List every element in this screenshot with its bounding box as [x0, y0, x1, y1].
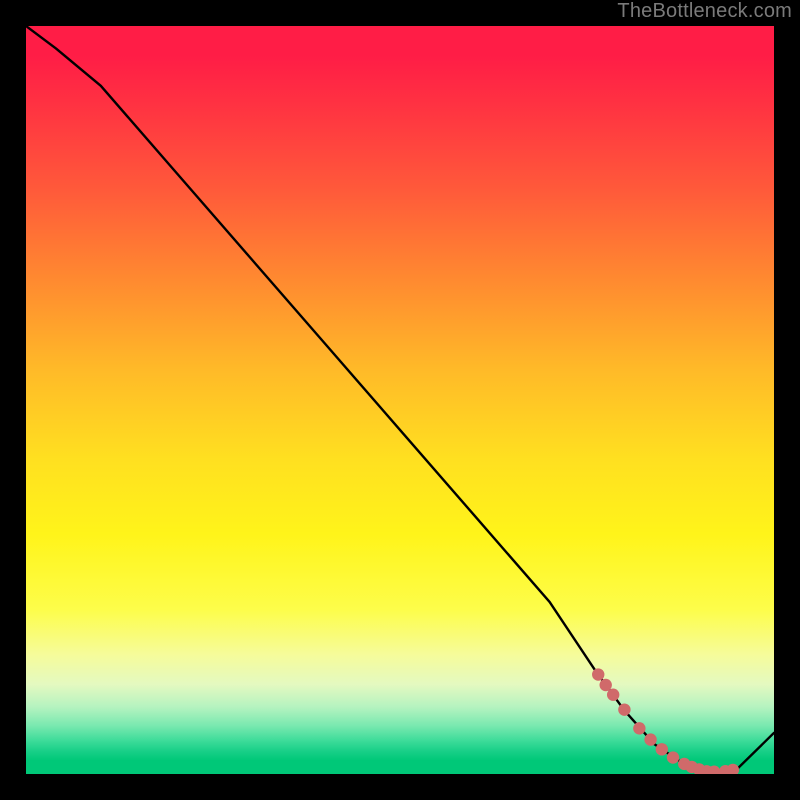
marker-dot [600, 679, 612, 691]
curve-line [26, 26, 774, 772]
chart-frame: TheBottleneck.com [0, 0, 800, 800]
data-curve [26, 26, 774, 772]
marker-dot [633, 722, 645, 734]
marker-dot [727, 764, 739, 774]
chart-svg [26, 26, 774, 774]
marker-dot [607, 689, 619, 701]
marker-dots [592, 668, 739, 774]
marker-dot [592, 668, 604, 680]
watermark-text: TheBottleneck.com [617, 0, 792, 23]
marker-dot [618, 703, 630, 715]
marker-dot [644, 733, 656, 745]
marker-dot [667, 751, 679, 763]
plot-area [26, 26, 774, 774]
marker-dot [656, 743, 668, 755]
